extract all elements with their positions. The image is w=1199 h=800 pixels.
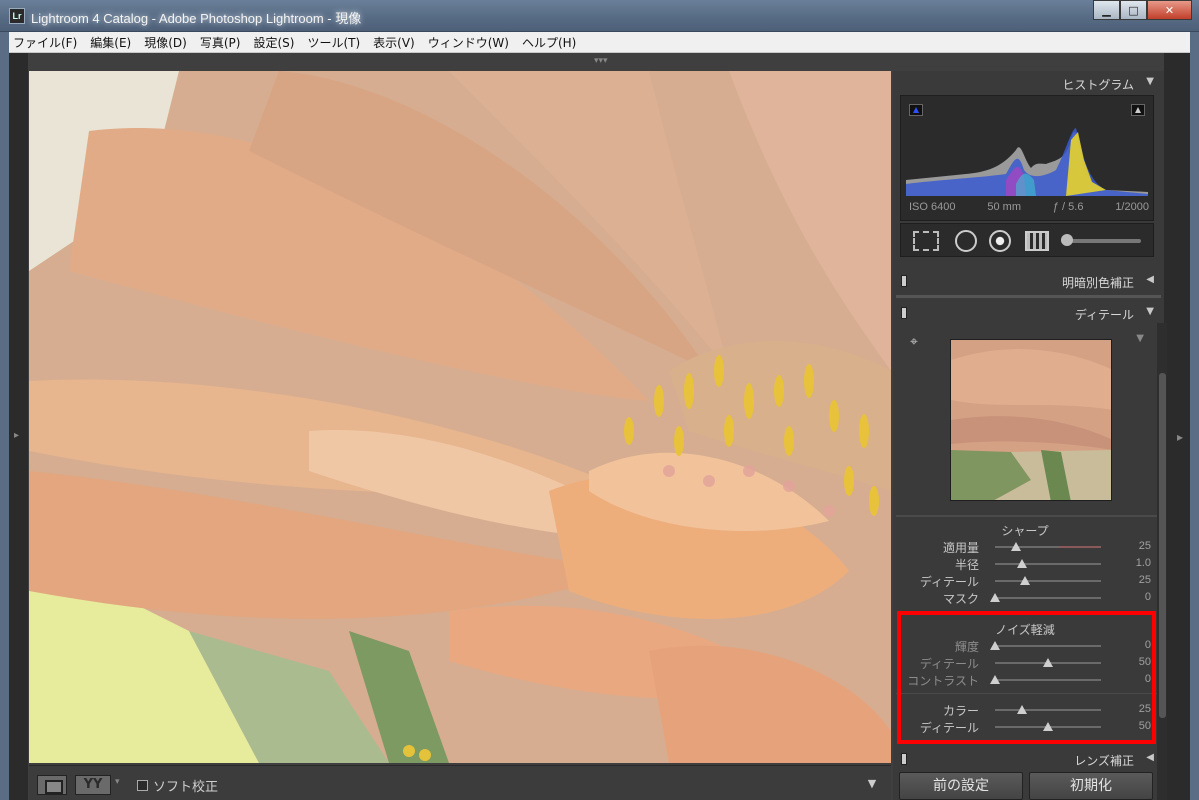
graduated-filter-tool-icon[interactable] xyxy=(1025,231,1049,251)
aperture-value: ƒ / 5.6 xyxy=(1052,201,1084,213)
menu-bar: ファイル(F) 編集(E) 現像(D) 写真(P) 設定(S) ツール(T) 表… xyxy=(9,32,1190,53)
slider-value[interactable]: 0 xyxy=(1145,591,1151,603)
title-bar: Lr Lightroom 4 Catalog - Adobe Photoshop… xyxy=(0,0,1199,32)
slider-track[interactable] xyxy=(995,563,1101,565)
histogram-header[interactable]: ヒストグラム ▼ xyxy=(893,71,1164,97)
lightroom-app-icon: Lr xyxy=(9,8,25,24)
detail-title: ディテール xyxy=(1074,308,1134,322)
lens-corrections-title: レンズ補正 xyxy=(1074,754,1134,768)
histogram[interactable]: ISO 6400 50 mm ƒ / 5.6 1/2000 xyxy=(900,95,1154,221)
slider-label: ディテール xyxy=(919,575,979,589)
red-eye-tool-icon[interactable] xyxy=(989,230,1011,252)
menu-view[interactable]: 表示(V) xyxy=(373,34,415,51)
menu-settings[interactable]: 設定(S) xyxy=(253,34,294,51)
soft-proof-label: ソフト校正 xyxy=(153,780,219,795)
menu-develop[interactable]: 現像(D) xyxy=(144,34,187,51)
menu-edit[interactable]: 編集(E) xyxy=(90,34,131,51)
menu-photo[interactable]: 写真(P) xyxy=(200,34,241,51)
panel-divider xyxy=(896,515,1161,517)
toolbar: YY ▾ ソフト校正 ▼ xyxy=(29,765,891,800)
slider-value[interactable]: 25 xyxy=(1139,540,1151,552)
close-button[interactable]: ✕ xyxy=(1147,0,1192,20)
before-after-dropdown-icon[interactable]: ▾ xyxy=(115,777,120,787)
slider-label: 適用量 xyxy=(942,541,979,555)
collapse-triangle-icon: ▼ xyxy=(1146,76,1154,87)
collapse-right-panel-icon[interactable]: ▸ xyxy=(1177,430,1183,444)
histogram-graph xyxy=(906,128,1148,196)
sharpening-title: シャープ xyxy=(1001,524,1049,538)
window-title: Lightroom 4 Catalog - Adobe Photoshop Li… xyxy=(31,11,362,26)
panel-switch-icon[interactable] xyxy=(901,307,907,319)
shutter-value: 1/2000 xyxy=(1115,201,1149,213)
highlight-clipping-icon[interactable] xyxy=(1131,104,1145,116)
loupe-view-button[interactable] xyxy=(37,775,67,795)
crop-tool-icon[interactable] xyxy=(913,231,939,251)
adjustment-brush-tool-icon[interactable] xyxy=(1061,234,1141,246)
collapse-triangle-icon: ▼ xyxy=(1146,306,1154,317)
photo-preview[interactable] xyxy=(29,71,891,763)
slider-label: マスク xyxy=(942,592,979,606)
iso-value: ISO 6400 xyxy=(909,201,956,213)
top-panel-toggle-icon[interactable]: ▾▾▾ xyxy=(594,56,608,66)
slider-row: 半径 1.0 xyxy=(893,555,1157,572)
before-after-button[interactable]: YY xyxy=(75,775,111,795)
reset-button[interactable]: 初期化 xyxy=(1029,772,1153,800)
window-frame-right xyxy=(1190,32,1199,800)
target-icon[interactable]: ⌖ xyxy=(910,335,924,349)
exif-info: ISO 6400 50 mm ƒ / 5.6 1/2000 xyxy=(909,201,1149,213)
slider-value[interactable]: 1.0 xyxy=(1136,557,1151,569)
slider-thumb[interactable] xyxy=(990,593,1000,602)
shadow-clipping-icon[interactable] xyxy=(909,104,923,116)
split-toning-header[interactable]: 明暗別色補正 ◀ xyxy=(893,269,1164,295)
scrollbar-thumb[interactable] xyxy=(1159,373,1166,718)
expand-left-panel-icon[interactable]: ▸ xyxy=(14,430,19,441)
menu-file[interactable]: ファイル(F) xyxy=(13,34,77,51)
slider-value[interactable]: 25 xyxy=(1139,574,1151,586)
expand-triangle-icon: ◀ xyxy=(1146,274,1154,285)
slider-thumb[interactable] xyxy=(1019,576,1030,585)
split-toning-title: 明暗別色補正 xyxy=(1061,276,1134,290)
soft-proof-checkbox[interactable] xyxy=(137,780,148,791)
preview-image xyxy=(951,340,1111,500)
previous-settings-button[interactable]: 前の設定 xyxy=(899,772,1023,800)
lens-corrections-header[interactable]: レンズ補正 ◀ xyxy=(893,747,1164,773)
slider-thumb[interactable] xyxy=(1011,542,1022,551)
window-controls: ▁ □ ✕ xyxy=(1093,0,1192,20)
expand-triangle-icon: ◀ xyxy=(1146,752,1154,763)
panel-switch-icon[interactable] xyxy=(901,275,907,287)
left-panel-collapsed: ▸ xyxy=(9,53,28,800)
maximize-button[interactable]: □ xyxy=(1120,0,1147,20)
slider-track[interactable] xyxy=(995,580,1101,582)
tool-strip xyxy=(900,223,1154,257)
menu-help[interactable]: ヘルプ(H) xyxy=(522,34,576,51)
slider-thumb[interactable] xyxy=(1016,559,1027,568)
preview-menu-icon[interactable]: ▼ xyxy=(1136,333,1144,344)
right-panel-edge: ▸ xyxy=(1164,53,1190,800)
slider-row: ディテール 25 xyxy=(893,572,1157,589)
panel-switch-icon[interactable] xyxy=(901,753,907,765)
panel-divider xyxy=(896,295,1161,298)
noise-reduction-highlight xyxy=(897,611,1156,744)
flower-photo xyxy=(29,71,891,763)
minimize-button[interactable]: ▁ xyxy=(1093,0,1120,20)
focal-length-value: 50 mm xyxy=(987,201,1021,213)
detail-zoom-preview[interactable] xyxy=(950,339,1112,501)
menu-window[interactable]: ウィンドウ(W) xyxy=(428,34,509,51)
histogram-title: ヒストグラム xyxy=(1062,78,1134,92)
slider-row: 適用量 25 xyxy=(893,538,1157,555)
menu-tools[interactable]: ツール(T) xyxy=(307,34,360,51)
slider-track[interactable] xyxy=(995,597,1101,599)
panel-bottom-buttons: 前の設定 初期化 xyxy=(899,772,1155,800)
window-frame-left xyxy=(0,32,9,800)
detail-header[interactable]: ディテール ▼ xyxy=(893,301,1164,327)
slider-label: 半径 xyxy=(954,558,979,572)
spot-removal-tool-icon[interactable] xyxy=(955,230,977,252)
slider-row: マスク 0 xyxy=(893,589,1157,606)
detail-preview-section: ⌖ ▼ xyxy=(898,325,1156,515)
right-panel-scrollbar[interactable] xyxy=(1157,323,1167,800)
toolbar-menu-icon[interactable]: ▼ xyxy=(859,774,885,794)
